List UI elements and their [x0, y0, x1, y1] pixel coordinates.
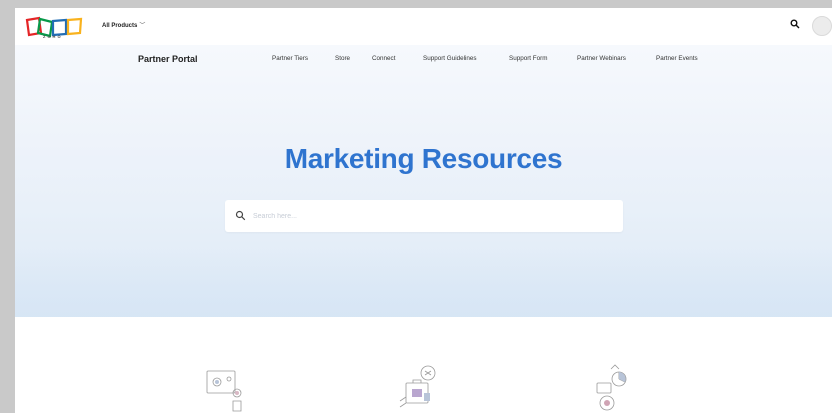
resource-search-box[interactable] [225, 200, 623, 232]
all-products-menu[interactable]: All Products ﹀ [102, 20, 145, 29]
nav-partner-tiers[interactable]: Partner Tiers [272, 55, 308, 62]
search-icon[interactable] [790, 19, 800, 29]
briefcase-illustration-icon [399, 365, 436, 408]
partner-subnav: Partner Portal Partner Tiers Store Conne… [15, 45, 832, 73]
portal-title[interactable]: Partner Portal [138, 54, 198, 64]
search-icon [235, 210, 246, 221]
hero-banner: Partner Portal Partner Tiers Store Conne… [15, 45, 832, 317]
hero-gradient [15, 247, 832, 317]
avatar[interactable] [812, 16, 832, 36]
browser-page: ZOHO All Products ﹀ Partner Portal Partne… [15, 8, 832, 413]
global-header: ZOHO All Products ﹀ [15, 8, 832, 45]
nav-store[interactable]: Store [335, 55, 350, 62]
nav-support-form[interactable]: Support Form [509, 55, 548, 62]
all-products-label: All Products [102, 23, 138, 29]
page-title: Marketing Resources [284, 143, 563, 174]
nav-partner-webinars[interactable]: Partner Webinars [577, 55, 626, 62]
chevron-down-icon: ﹀ [139, 23, 146, 29]
logo-wordmark: ZOHO [43, 34, 63, 39]
nav-support-guidelines[interactable]: Support Guidelines [423, 55, 477, 62]
search-input[interactable] [253, 208, 613, 224]
nav-partner-events[interactable]: Partner Events [656, 55, 698, 62]
nav-connect[interactable]: Connect [372, 55, 395, 62]
marketing-illustration-icon [206, 370, 242, 412]
analytics-illustration-icon [596, 364, 627, 411]
